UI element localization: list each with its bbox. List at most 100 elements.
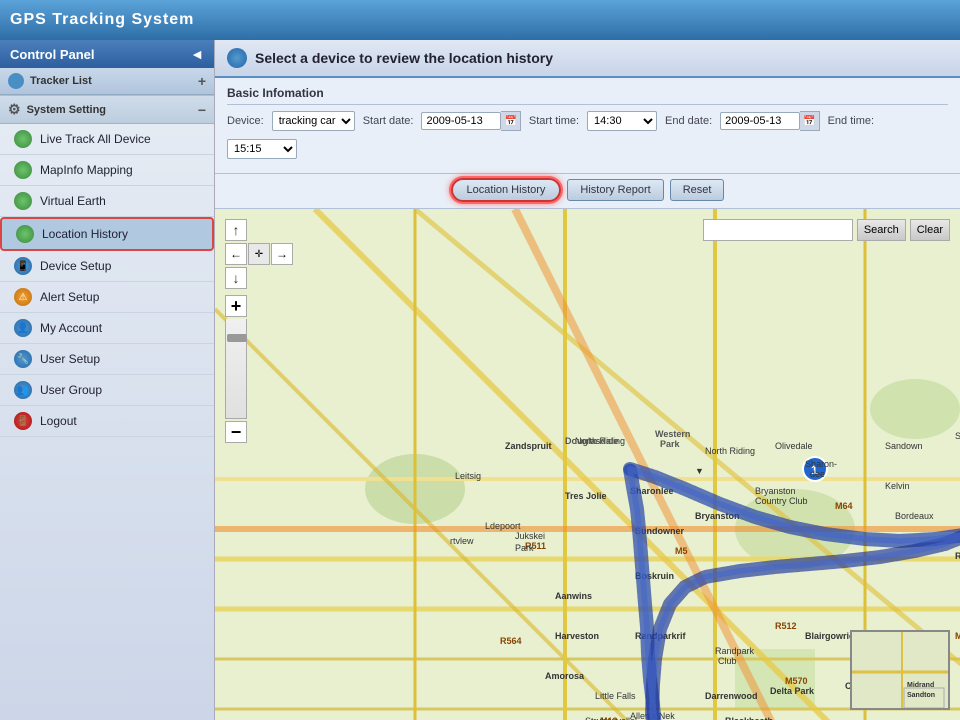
svg-text:M64: M64	[835, 501, 853, 511]
map-clear-btn[interactable]: Clear	[910, 219, 950, 241]
tracker-add-btn[interactable]: +	[198, 73, 206, 89]
page-title: Select a device to review the location h…	[255, 50, 553, 66]
tracker-globe-icon	[8, 73, 24, 89]
user-group-icon: 👥	[14, 381, 32, 399]
svg-text:Aanwins: Aanwins	[555, 591, 592, 601]
device-select[interactable]: tracking car	[272, 111, 355, 131]
logout-label: Logout	[40, 414, 77, 428]
start-time-select[interactable]: 14:30	[587, 111, 657, 131]
svg-text:Zandspruit: Zandspruit	[505, 441, 552, 451]
svg-text:Allen's Nek: Allen's Nek	[630, 711, 675, 720]
svg-text:Amorosa: Amorosa	[545, 671, 585, 681]
my-account-icon: 👤	[14, 319, 32, 337]
sidebar-item-user-group[interactable]: 👥 User Group	[0, 375, 214, 406]
svg-text:Park: Park	[515, 543, 534, 553]
map-pan-center[interactable]: ✛	[248, 243, 270, 265]
history-report-btn[interactable]: History Report	[567, 179, 663, 201]
sidebar-item-my-account[interactable]: 👤 My Account	[0, 313, 214, 344]
system-setting-row[interactable]: ⚙ System Setting −	[0, 96, 214, 124]
sidebar-item-live-track[interactable]: Live Track All Device	[0, 124, 214, 155]
alert-setup-icon: ⚠	[14, 288, 32, 306]
svg-text:dee: dee	[810, 469, 825, 479]
svg-text:Little Falls: Little Falls	[595, 691, 636, 701]
system-setting-label: System Setting	[27, 104, 106, 116]
start-date-cal-btn[interactable]: 📅	[501, 111, 520, 131]
sidebar-collapse-btn[interactable]: ◄	[190, 46, 204, 62]
map-zoom-out-btn[interactable]: −	[225, 421, 247, 443]
zoom-handle	[227, 334, 247, 342]
tracker-section-label: Tracker List	[30, 75, 92, 87]
map-search-box: Search Clear	[703, 219, 950, 241]
end-time-select[interactable]: 15:15	[227, 139, 297, 159]
end-date-input[interactable]	[720, 112, 800, 130]
svg-text:River Club: River Club	[955, 551, 960, 561]
svg-text:▼: ▼	[695, 466, 704, 476]
app-wrapper: GPS Tracking System Control Panel ◄ Trac…	[0, 0, 960, 720]
logout-icon: 🚪	[14, 412, 32, 430]
sidebar-item-device-setup[interactable]: 📱 Device Setup	[0, 251, 214, 282]
sidebar-item-virtual-earth[interactable]: Virtual Earth	[0, 186, 214, 217]
map-pan-down-btn[interactable]: ↓	[225, 267, 247, 289]
top-bar: GPS Tracking System	[0, 0, 960, 40]
title-globe-icon	[227, 48, 247, 68]
tracker-section: Tracker List +	[0, 68, 214, 96]
alert-setup-label: Alert Setup	[40, 290, 99, 304]
location-history-btn[interactable]: Location History	[451, 178, 562, 202]
svg-text:Blackheath: Blackheath	[725, 716, 773, 720]
map-search-input[interactable]	[703, 219, 853, 241]
basic-info-title: Basic Infomation	[227, 86, 948, 105]
sidebar: Control Panel ◄ Tracker List + ⚙ System …	[0, 40, 215, 720]
device-setup-label: Device Setup	[40, 259, 111, 273]
map-roads: 1 3 R511 M5 M64 R512 M30 M11 M20 M13 M57…	[215, 209, 960, 720]
start-date-label: Start date:	[363, 115, 414, 127]
sidebar-item-user-setup[interactable]: 🔧 User Setup	[0, 344, 214, 375]
svg-text:Sandton: Sandton	[955, 431, 960, 441]
svg-text:Bryanston: Bryanston	[695, 511, 740, 521]
sidebar-item-logout[interactable]: 🚪 Logout	[0, 406, 214, 437]
svg-text:Delta Park: Delta Park	[770, 686, 815, 696]
system-setting-toggle[interactable]: −	[198, 102, 206, 118]
svg-text:Park: Park	[660, 439, 681, 449]
svg-text:Country Club: Country Club	[755, 496, 808, 506]
main-area: Control Panel ◄ Tracker List + ⚙ System …	[0, 40, 960, 720]
map-search-btn[interactable]: Search	[857, 219, 906, 241]
svg-text:Leitsig: Leitsig	[455, 471, 481, 481]
device-setup-icon: 📱	[14, 257, 32, 275]
map-pan-row: ← ✛ →	[225, 243, 293, 265]
svg-text:Kelvin: Kelvin	[885, 481, 910, 491]
virtual-earth-icon	[14, 192, 32, 210]
svg-text:Jukskei: Jukskei	[515, 531, 545, 541]
svg-text:Bryanston: Bryanston	[755, 486, 796, 496]
svg-text:R564: R564	[500, 636, 522, 646]
svg-text:Ldepoort: Ldepoort	[485, 521, 521, 531]
end-date-cal-btn[interactable]: 📅	[800, 111, 819, 131]
map-pan-left-btn[interactable]: ←	[225, 243, 247, 265]
sidebar-title: Control Panel	[10, 47, 95, 62]
start-date-input[interactable]	[421, 112, 501, 130]
end-time-label: End time:	[828, 115, 874, 127]
sidebar-item-mapinfo[interactable]: MapInfo Mapping	[0, 155, 214, 186]
tracker-section-header[interactable]: Tracker List +	[0, 68, 214, 95]
device-row: Device: tracking car Start date: 📅 Start…	[227, 111, 948, 159]
sidebar-header: Control Panel ◄	[0, 40, 214, 68]
svg-text:Douglasdale: Douglasdale	[565, 436, 619, 446]
reset-btn[interactable]: Reset	[670, 179, 725, 201]
sidebar-item-location-history[interactable]: Location History	[0, 217, 214, 251]
map-zoom-in-btn[interactable]: +	[225, 295, 247, 317]
mapinfo-icon	[14, 161, 32, 179]
svg-text:Bordeaux: Bordeaux	[895, 511, 934, 521]
map-pan-right-btn[interactable]: →	[271, 243, 293, 265]
map-area[interactable]: 1 3 R511 M5 M64 R512 M30 M11 M20 M13 M57…	[215, 209, 960, 720]
gear-icon: ⚙	[8, 101, 21, 118]
my-account-label: My Account	[40, 321, 102, 335]
sidebar-item-alert-setup[interactable]: ⚠ Alert Setup	[0, 282, 214, 313]
app-logo: GPS Tracking System	[10, 11, 194, 29]
svg-text:Sharonlee: Sharonlee	[630, 486, 674, 496]
zoom-slider[interactable]	[225, 319, 247, 419]
start-time-label: Start time:	[529, 115, 579, 127]
svg-text:rtvlew: rtvlew	[450, 536, 474, 546]
svg-text:R512: R512	[775, 621, 797, 631]
location-history-label: Location History	[42, 227, 128, 241]
user-setup-icon: 🔧	[14, 350, 32, 368]
map-pan-up-btn[interactable]: ↑	[225, 219, 247, 241]
